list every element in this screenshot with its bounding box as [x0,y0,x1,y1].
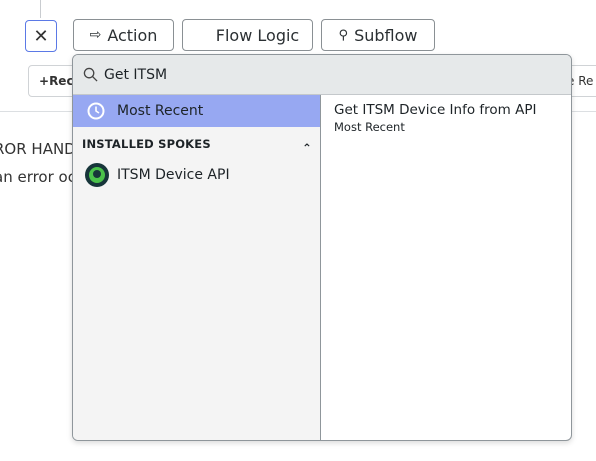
close-icon: ✕ [33,25,49,47]
error-handler-heading: ROR HAND [0,140,76,158]
clock-icon [87,102,105,120]
subflow-icon: ⚲ [338,27,349,43]
chevron-up-icon[interactable]: ⌃ [302,141,312,155]
section-title: INSTALLED SPOKES [82,137,211,151]
spoke-item[interactable]: ITSM Device API [73,155,320,195]
connector-line [40,0,41,18]
action-picker-dropdown: Get ITSM Most Recent INSTALLED SPOKES ⌃ … [72,54,572,441]
result-subtitle: Most Recent [334,120,405,134]
error-handler-text: an error oc [0,168,76,186]
close-button[interactable]: ✕ [25,20,57,52]
search-input[interactable]: Get ITSM [73,55,571,95]
results-pane: Get ITSM Device Info from API Most Recen… [322,95,571,440]
action-icon: ⇨ [89,27,102,43]
action-label: Action [107,25,158,45]
subflow-label: Subflow [354,25,418,45]
flow-logic-button[interactable]: Flow Logic [182,19,313,51]
search-icon [83,67,98,82]
result-item[interactable]: Get ITSM Device Info from API Most Recen… [334,102,559,134]
result-title: Get ITSM Device Info from API [334,102,537,118]
search-value: Get ITSM [104,66,168,83]
spoke-icon [85,163,109,187]
recommend-label: Rec [49,74,74,88]
installed-spokes-header[interactable]: INSTALLED SPOKES ⌃ [73,127,320,155]
subflow-button[interactable]: ⚲ Subflow [321,19,435,51]
spoke-label: ITSM Device API [117,167,230,183]
most-recent-item[interactable]: Most Recent [73,95,320,127]
sparkle-icon: + [39,74,50,88]
action-button[interactable]: ⇨ Action [73,19,174,51]
most-recent-label: Most Recent [117,103,204,119]
category-pane: Most Recent INSTALLED SPOKES ⌃ ITSM Devi… [73,95,321,440]
flow-logic-label: Flow Logic [215,25,300,45]
